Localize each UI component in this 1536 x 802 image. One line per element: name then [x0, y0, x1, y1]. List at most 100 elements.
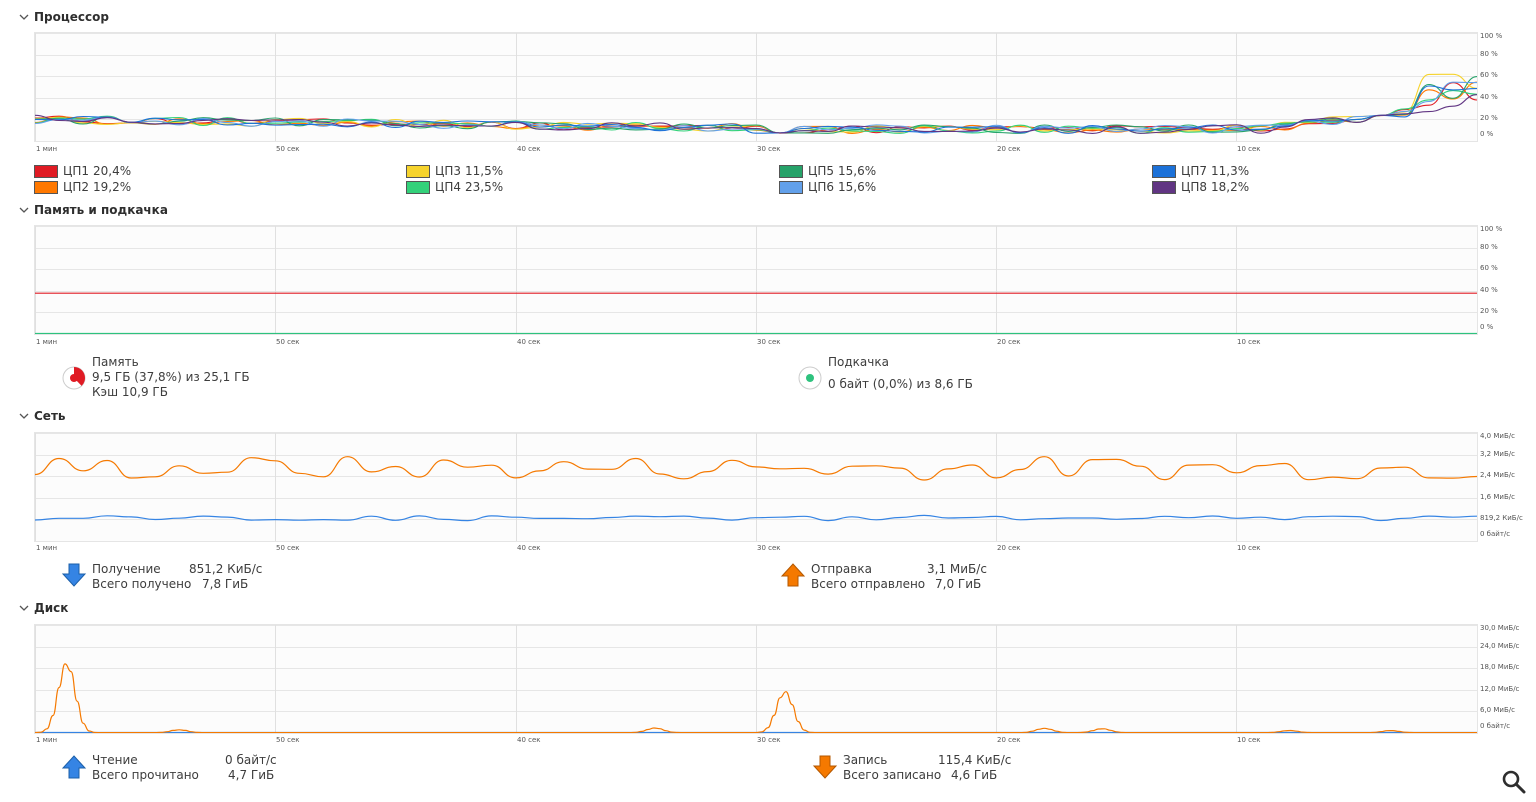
search-icon[interactable] — [1500, 768, 1528, 796]
memory-y-axis: 100 % 80 % 60 % 40 % 20 % 0 % — [1480, 225, 1536, 333]
x-tick-label: 10 сек — [1237, 338, 1261, 346]
cpu-legend-item[interactable]: ЦП2 19,2% — [34, 180, 131, 194]
x-tick-label: 30 сек — [757, 338, 781, 346]
cpu-legend-item[interactable]: ЦП8 18,2% — [1152, 180, 1249, 194]
x-tick-label: 20 сек — [997, 338, 1021, 346]
cpu-core-name: ЦП4 — [435, 180, 461, 194]
x-tick-label: 20 сек — [997, 736, 1021, 744]
send-total-label: Всего отправлено — [811, 577, 926, 591]
download-arrow-icon — [61, 563, 87, 587]
cpu-core-name: ЦП7 — [1181, 164, 1207, 178]
x-tick-label: 40 сек — [517, 544, 541, 552]
cpu-legend-item[interactable]: ЦП5 15,6% — [779, 164, 876, 178]
cpu-color-swatch[interactable] — [779, 164, 803, 178]
upload-arrow-icon — [780, 563, 806, 587]
cpu-color-swatch[interactable] — [34, 164, 58, 178]
write-total: 4,6 ГиБ — [951, 768, 998, 782]
cpu-core-value: 11,3% — [1211, 164, 1250, 178]
y-tick-label: 20 % — [1480, 114, 1498, 122]
cpu-color-swatch[interactable] — [406, 164, 430, 178]
cpu-core-value: 19,2% — [93, 180, 132, 194]
chevron-down-icon — [19, 605, 29, 611]
y-tick-label: 0 байт/с — [1480, 530, 1511, 538]
disk-x-axis: 1 мин 50 сек 40 сек 30 сек 20 сек 10 сек — [34, 736, 1476, 746]
write-label: Запись — [843, 753, 888, 767]
x-tick-label: 1 мин — [36, 544, 58, 552]
cpu-color-swatch[interactable] — [779, 180, 803, 194]
cpu-legend-item[interactable]: ЦП7 11,3% — [1152, 164, 1249, 178]
disk-section-title: Диск — [34, 601, 69, 615]
cpu-legend-item[interactable]: ЦП3 11,5% — [406, 164, 503, 178]
network-history-graph — [34, 432, 1478, 542]
write-value: 115,4 КиБ/с — [938, 753, 1012, 767]
cpu-core-name: ЦП8 — [1181, 180, 1207, 194]
send-label: Отправка — [811, 562, 872, 576]
y-tick-label: 18,0 МиБ/с — [1480, 663, 1520, 671]
y-tick-label: 30,0 МиБ/с — [1480, 624, 1520, 632]
chevron-down-icon — [19, 207, 29, 213]
x-tick-label: 30 сек — [757, 736, 781, 744]
y-tick-label: 12,0 МиБ/с — [1480, 685, 1520, 693]
x-tick-label: 20 сек — [997, 145, 1021, 153]
x-tick-label: 1 мин — [36, 338, 58, 346]
y-tick-label: 0 % — [1480, 323, 1494, 331]
x-tick-label: 20 сек — [997, 544, 1021, 552]
x-tick-label: 10 сек — [1237, 736, 1261, 744]
network-y-axis: 4,0 МиБ/с 3,2 МиБ/с 2,4 МиБ/с 1,6 МиБ/с 819,… — [1480, 432, 1536, 540]
cpu-color-swatch[interactable] — [1152, 164, 1176, 178]
send-value: 3,1 МиБ/с — [927, 562, 987, 576]
network-section-title: Сеть — [34, 409, 66, 423]
cpu-legend-item[interactable]: ЦП6 15,6% — [779, 180, 876, 194]
x-tick-label: 1 мин — [36, 145, 58, 153]
swap-info: Подкачка 0 байт (0,0%) из 8,6 ГБ — [828, 355, 973, 392]
cpu-color-swatch[interactable] — [34, 180, 58, 194]
recv-label: Получение — [92, 562, 161, 576]
cpu-history-graph — [34, 32, 1478, 142]
x-tick-label: 50 сек — [276, 544, 300, 552]
cpu-core-name: ЦП6 — [808, 180, 834, 194]
y-tick-label: 80 % — [1480, 243, 1498, 251]
memory-section-header[interactable]: Память и подкачка — [18, 201, 168, 219]
send-total: 7,0 ГиБ — [935, 577, 982, 591]
read-total: 4,7 ГиБ — [228, 768, 275, 782]
memory-cache: Кэш 10,9 ГБ — [92, 385, 168, 399]
y-tick-label: 40 % — [1480, 286, 1498, 294]
cpu-y-axis: 100 % 80 % 60 % 40 % 20 % 0 % — [1480, 32, 1536, 140]
x-tick-label: 10 сек — [1237, 145, 1261, 153]
recv-value: 851,2 КиБ/с — [189, 562, 263, 576]
read-label: Чтение — [92, 753, 138, 767]
cpu-core-value: 15,6% — [838, 180, 877, 194]
y-tick-label: 3,2 МиБ/с — [1480, 450, 1515, 458]
cpu-section-header[interactable]: Процессор — [18, 8, 109, 26]
y-tick-label: 2,4 МиБ/с — [1480, 471, 1515, 479]
cpu-color-swatch[interactable] — [406, 180, 430, 194]
x-tick-label: 50 сек — [276, 338, 300, 346]
read-arrow-icon — [61, 755, 87, 779]
y-tick-label: 819,2 КиБ/с — [1480, 514, 1523, 522]
x-tick-label: 40 сек — [517, 145, 541, 153]
cpu-legend-item[interactable]: ЦП4 23,5% — [406, 180, 503, 194]
memory-x-axis: 1 мин 50 сек 40 сек 30 сек 20 сек 10 сек — [34, 338, 1476, 348]
disk-section-header[interactable]: Диск — [18, 599, 68, 617]
cpu-legend-item[interactable]: ЦП1 20,4% — [34, 164, 131, 178]
y-tick-label: 0 байт/с — [1480, 722, 1511, 730]
recv-total-label: Всего получено — [92, 577, 192, 591]
y-tick-label: 100 % — [1480, 32, 1503, 40]
x-tick-label: 1 мин — [36, 736, 58, 744]
network-section-header[interactable]: Сеть — [18, 407, 66, 425]
cpu-core-value: 20,4% — [93, 164, 132, 178]
write-total-label: Всего записано — [843, 768, 942, 782]
cpu-core-value: 11,5% — [465, 164, 504, 178]
disk-history-graph — [34, 624, 1478, 734]
x-tick-label: 10 сек — [1237, 544, 1261, 552]
cpu-color-swatch[interactable] — [1152, 180, 1176, 194]
x-tick-label: 50 сек — [276, 736, 300, 744]
y-tick-label: 80 % — [1480, 50, 1498, 58]
memory-section-title: Память и подкачка — [34, 203, 168, 217]
y-tick-label: 4,0 МиБ/с — [1480, 432, 1515, 440]
memory-info: Память 9,5 ГБ (37,8%) из 25,1 ГБ Кэш 10,… — [92, 355, 250, 400]
chevron-down-icon — [19, 14, 29, 20]
y-tick-label: 100 % — [1480, 225, 1503, 233]
pie-center — [70, 374, 78, 382]
memory-history-graph — [34, 225, 1478, 335]
